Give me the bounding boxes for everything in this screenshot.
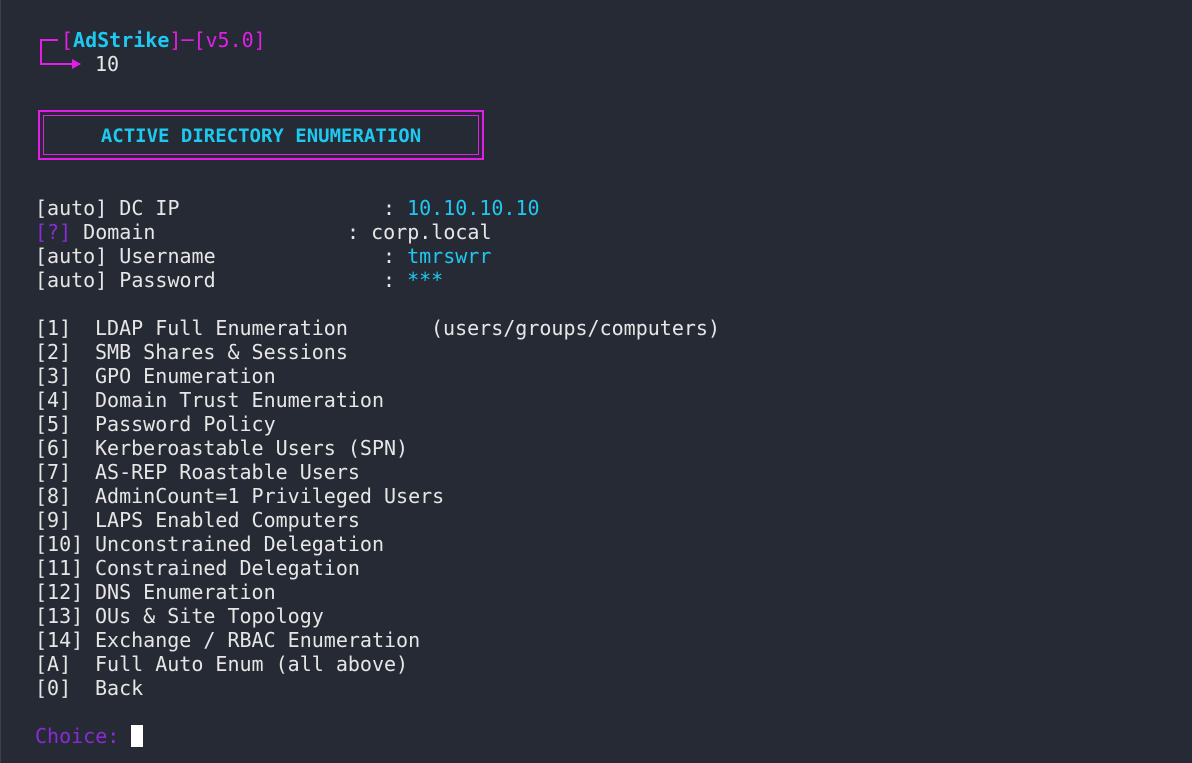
menu-item[interactable]: [13] OUs & Site Topology [35,604,324,628]
menu-item-key: [11] [35,556,84,580]
menu-item[interactable]: [A] Full Auto Enum (all above) [35,652,408,676]
prompt-bracket-open: [ [61,28,74,52]
menu-item[interactable]: [1] LDAP Full Enumeration (users/groups/co… [35,316,720,340]
config-separator: : [383,196,408,220]
menu-item-note: (users/groups/computers) [431,316,720,340]
prompt-dash: ─ [181,28,194,52]
menu-item-label: Domain Trust Enumeration [95,388,384,412]
menu-item-key: [A] [35,652,72,676]
menu-item[interactable]: [0] Back [35,676,143,700]
menu-item-key: [2] [35,340,72,364]
menu-item[interactable]: [12] DNS Enumeration [35,580,276,604]
config-tag: [?] [35,220,72,244]
menu-item-label: AS-REP Roastable Users [95,460,360,484]
prompt-header: [AdStrike]─[v5.0] [37,28,266,52]
config-label: Domain [71,220,156,244]
choice-prompt: Choice: [35,724,132,748]
menu-item-key: [7] [35,460,72,484]
terminal-cursor[interactable] [131,725,143,747]
menu-item-key: [10] [35,532,84,556]
menu-item-key: [8] [35,484,72,508]
menu-item-label: Unconstrained Delegation [95,532,384,556]
prompt-entered-value: 10 [95,52,120,76]
prompt-input-line: 10 [37,52,119,76]
menu-item-key: [3] [35,364,72,388]
config-tag: [auto] [35,268,108,292]
config-row-domain: [?] Domain [35,220,155,244]
menu-item-label: LDAP Full Enumeration [95,316,348,340]
username-value: tmrswrr [407,244,492,268]
menu-item-label: Back [95,676,144,700]
config-value-username: : tmrswrr [383,244,491,268]
menu-item[interactable]: [9] LAPS Enabled Computers [35,508,360,532]
menu-item-label: GPO Enumeration [95,364,276,388]
menu-item-label: Password Policy [95,412,276,436]
menu-item-label: SMB Shares & Sessions [95,340,348,364]
password-value: *** [407,268,444,292]
config-row-password: [auto] Password [35,268,216,292]
menu-item-key: [4] [35,388,72,412]
prompt-bracket-close: ] [169,28,182,52]
menu-item-label: Full Auto Enum (all above) [95,652,409,676]
config-row-dc-ip: [auto] DC IP [35,196,180,220]
menu-item-label: LAPS Enabled Computers [95,508,360,532]
menu-item-label: AdminCount=1 Privileged Users [95,484,445,508]
menu-item-key: [13] [35,604,84,628]
menu-item[interactable]: [5] Password Policy [35,412,276,436]
menu-item[interactable]: [8] AdminCount=1 Privileged Users [35,484,444,508]
domain-value: corp.local [371,220,492,244]
section-banner: ACTIVE DIRECTORY ENUMERATION [38,110,484,160]
menu-item[interactable]: [4] Domain Trust Enumeration [35,388,384,412]
menu-item-label: DNS Enumeration [95,580,276,604]
menu-item-label: Kerberoastable Users (SPN) [95,436,409,460]
menu-item[interactable]: [11] Constrained Delegation [35,556,360,580]
menu-item-label: Constrained Delegation [95,556,360,580]
config-separator: : [383,268,408,292]
config-tag: [auto] [35,196,108,220]
menu-item[interactable]: [2] SMB Shares & Sessions [35,340,348,364]
config-value-dc-ip: : 10.10.10.10 [383,196,540,220]
config-row-username: [auto] Username [35,244,216,268]
menu-item-label: OUs & Site Topology [95,604,324,628]
menu-item[interactable]: [7] AS-REP Roastable Users [35,460,360,484]
menu-item[interactable]: [14] Exchange / RBAC Enumeration [35,628,420,652]
banner-title: ACTIVE DIRECTORY ENUMERATION [100,125,422,147]
menu-item-key: [0] [35,676,72,700]
menu-item[interactable]: [10] Unconstrained Delegation [35,532,384,556]
config-label: Username [107,244,216,268]
menu-item-key: [1] [35,316,72,340]
dc-ip-value: 10.10.10.10 [407,196,540,220]
config-value-domain: : corp.local [347,220,492,244]
menu-item-label: Exchange / RBAC Enumeration [95,628,421,652]
config-label: DC IP [107,196,180,220]
menu-item[interactable]: [6] Kerberoastable Users (SPN) [35,436,408,460]
config-value-password: : *** [383,268,443,292]
config-separator: : [383,244,408,268]
app-name: AdStrike [73,28,170,52]
config-label: Password [107,268,216,292]
menu-item[interactable]: [3] GPO Enumeration [35,364,276,388]
menu-item-key: [12] [35,580,84,604]
config-tag: [auto] [35,244,108,268]
app-version: [v5.0] [193,28,266,52]
menu-item-key: [9] [35,508,72,532]
menu-item-key: [14] [35,628,84,652]
menu-item-key: [6] [35,436,72,460]
config-separator: : [347,220,372,244]
menu-item-key: [5] [35,412,72,436]
